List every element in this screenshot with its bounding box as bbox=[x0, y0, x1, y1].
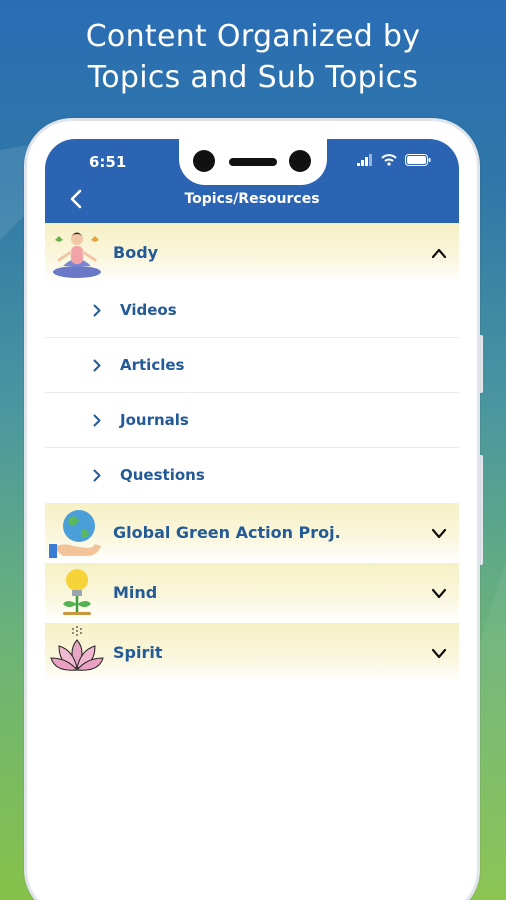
topic-label: Global Green Action Proj. bbox=[113, 523, 341, 542]
headline-line-1: Content Organized by bbox=[85, 19, 421, 54]
lightbulb-plant-icon bbox=[63, 569, 91, 615]
camera-icon bbox=[193, 150, 215, 172]
topics-list: Body Videos Articles Journals Questions … bbox=[45, 223, 459, 683]
phone-notch bbox=[179, 139, 327, 185]
page-title: Topics/Resources bbox=[184, 191, 320, 207]
topic-spirit[interactable]: Spirit bbox=[45, 623, 459, 683]
chevron-right-icon bbox=[93, 359, 101, 372]
wifi-icon bbox=[381, 154, 397, 166]
topic-label: Mind bbox=[113, 583, 158, 602]
topic-mind[interactable]: Mind bbox=[45, 563, 459, 623]
app-screen: 6:51 Topics/Resources Body Videos Articl… bbox=[45, 139, 459, 900]
status-icons bbox=[357, 153, 431, 167]
signal-icon bbox=[357, 154, 372, 166]
chevron-right-icon bbox=[93, 304, 101, 317]
speaker-icon bbox=[229, 158, 277, 166]
chevron-down-icon[interactable] bbox=[431, 527, 447, 539]
chevron-right-icon bbox=[93, 414, 101, 427]
chevron-up-icon[interactable] bbox=[431, 247, 447, 259]
headline-line-2: Topics and Sub Topics bbox=[87, 60, 419, 95]
chevron-right-icon bbox=[93, 469, 101, 482]
subtopics-list: Videos Articles Journals Questions bbox=[45, 283, 459, 503]
topic-global-green-action[interactable]: Global Green Action Proj. bbox=[45, 503, 459, 563]
topic-label: Body bbox=[113, 243, 159, 262]
subtopic-item-articles[interactable]: Articles bbox=[45, 338, 459, 393]
subtopic-label: Questions bbox=[120, 466, 205, 484]
subtopic-item-journals[interactable]: Journals bbox=[45, 393, 459, 448]
subtopic-item-questions[interactable]: Questions bbox=[45, 448, 459, 503]
phone-frame: 6:51 Topics/Resources Body Videos Articl… bbox=[24, 118, 480, 900]
status-time: 6:51 bbox=[89, 153, 127, 171]
subtopic-label: Articles bbox=[120, 356, 185, 374]
subtopic-label: Videos bbox=[120, 301, 177, 319]
topic-body[interactable]: Body bbox=[45, 223, 459, 283]
globe-hand-icon bbox=[49, 510, 101, 558]
promo-headline: Content Organized by Topics and Sub Topi… bbox=[0, 16, 506, 98]
camera-icon bbox=[289, 150, 311, 172]
yoga-person-icon bbox=[53, 232, 101, 278]
topic-label: Spirit bbox=[113, 643, 163, 662]
battery-icon bbox=[405, 154, 431, 166]
chevron-down-icon[interactable] bbox=[431, 587, 447, 599]
subtopic-label: Journals bbox=[120, 411, 189, 429]
lotus-icon bbox=[50, 626, 104, 671]
subtopic-item-videos[interactable]: Videos bbox=[45, 283, 459, 338]
chevron-down-icon[interactable] bbox=[431, 647, 447, 659]
app-header: 6:51 Topics/Resources bbox=[45, 139, 459, 223]
